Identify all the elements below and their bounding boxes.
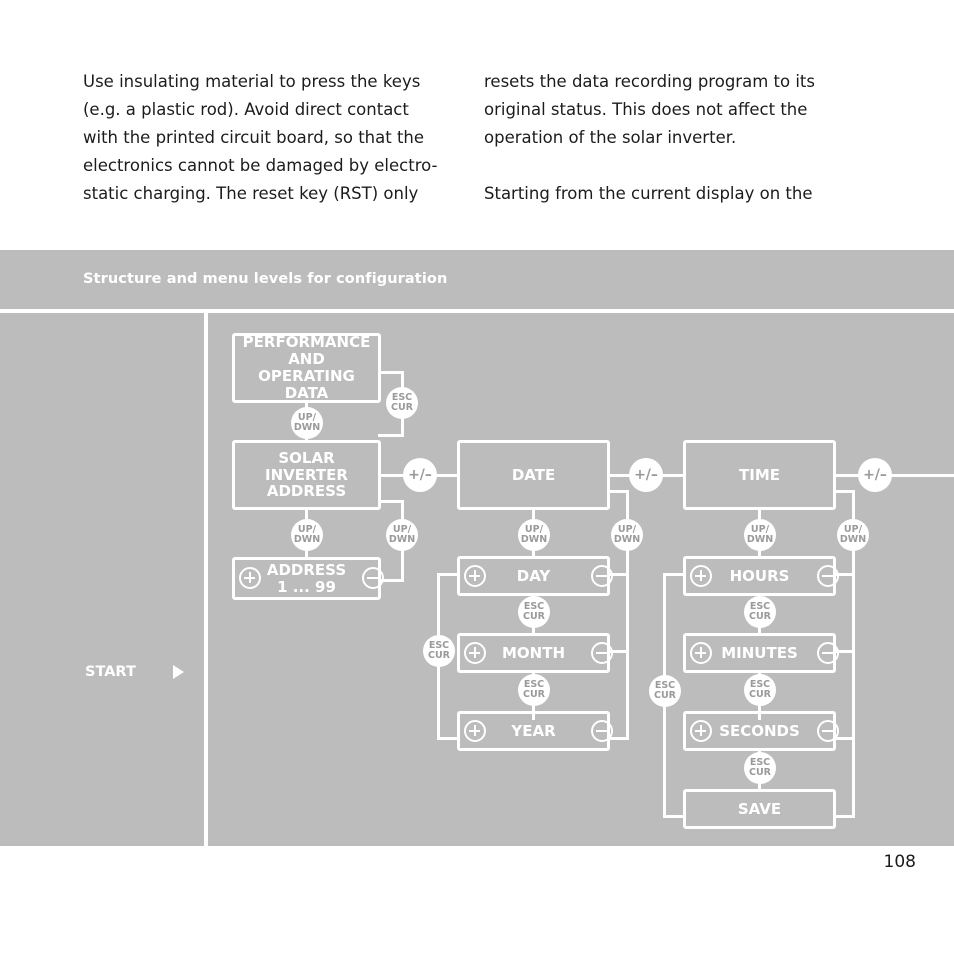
paragraph: resets the data recording program to its…: [484, 72, 815, 147]
diagram-title: Structure and menu levels for configurat…: [83, 271, 448, 287]
chip-line2: CUR: [653, 690, 676, 701]
node-time[interactable]: TIME: [683, 440, 836, 510]
chip-esc-cur[interactable]: ESC CUR: [649, 675, 681, 707]
node-label-line2: ADDRESS: [266, 482, 347, 501]
chip-esc-cur[interactable]: ESC CUR: [518, 674, 550, 706]
decrement-icon[interactable]: [817, 642, 839, 664]
chip-up-dwn[interactable]: UP/ DWN: [291, 407, 323, 439]
wire-save-left-h: [663, 815, 685, 818]
chip-line2: CUR: [748, 689, 771, 700]
chip-line2: CUR: [427, 650, 450, 661]
wire-plusminus-trailing: [890, 474, 954, 477]
node-label: DAY: [516, 566, 551, 585]
node-label: SECONDS: [719, 721, 800, 740]
chip-line2: CUR: [748, 767, 771, 778]
node-label: DATE: [511, 465, 556, 484]
increment-icon[interactable]: [464, 565, 486, 587]
node-label: HOURS: [729, 566, 790, 585]
paragraph: Use insulating material to press the key…: [83, 72, 438, 203]
node-label-line2: AND: [288, 350, 325, 369]
node-save[interactable]: SAVE: [683, 789, 836, 829]
menu-structure-diagram: Structure and menu levels for configurat…: [0, 250, 954, 846]
header-divider-line: [0, 309, 954, 313]
chip-line2: DWN: [388, 534, 416, 545]
chip-plus-minus[interactable]: +/–: [629, 458, 663, 492]
wire-hours-left-h: [663, 573, 685, 576]
chip-line2: DWN: [839, 534, 867, 545]
wire-plusminus-to-time: [661, 474, 683, 477]
chip-line2: DWN: [613, 534, 641, 545]
chip-line2: CUR: [390, 402, 413, 413]
chip-esc-cur[interactable]: ESC CUR: [423, 635, 455, 667]
node-label-line3: OPERATING DATA: [258, 367, 355, 402]
chip-up-dwn[interactable]: UP/ DWN: [386, 519, 418, 551]
chip-line2: DWN: [746, 534, 774, 545]
chip-up-dwn[interactable]: UP/ DWN: [291, 519, 323, 551]
chip-label: +/–: [863, 466, 887, 483]
node-label: TIME: [739, 465, 780, 484]
chip-label: +/–: [634, 466, 658, 483]
body-text-right-column: resets the data recording program to its…: [484, 68, 844, 236]
wire-plusminus-to-date: [435, 474, 457, 477]
chip-esc-cur[interactable]: ESC CUR: [744, 674, 776, 706]
chip-esc-cur[interactable]: ESC CUR: [386, 387, 418, 419]
node-date[interactable]: DATE: [457, 440, 610, 510]
body-text-left-column: Use insulating material to press the key…: [83, 68, 443, 236]
chip-up-dwn[interactable]: UP/ DWN: [518, 519, 550, 551]
chip-line2: DWN: [293, 422, 321, 433]
increment-icon[interactable]: [239, 567, 261, 589]
node-label: MINUTES: [721, 643, 798, 662]
chip-esc-cur[interactable]: ESC CUR: [744, 752, 776, 784]
increment-icon[interactable]: [690, 642, 712, 664]
decrement-icon[interactable]: [817, 720, 839, 742]
chip-up-dwn[interactable]: UP/ DWN: [611, 519, 643, 551]
diagram-header: Structure and menu levels for configurat…: [0, 250, 954, 309]
decrement-icon[interactable]: [591, 642, 613, 664]
increment-icon[interactable]: [464, 720, 486, 742]
chip-line2: DWN: [520, 534, 548, 545]
chip-label: +/–: [408, 466, 432, 483]
vertical-divider-line: [204, 313, 208, 846]
wire-bus-to-save: [833, 815, 855, 818]
node-label-line1: SOLAR INVERTER: [265, 448, 348, 484]
decrement-icon[interactable]: [362, 567, 384, 589]
decrement-icon[interactable]: [817, 565, 839, 587]
node-label-line1: ADDRESS: [266, 560, 347, 579]
wire-esc-to-solar-h: [378, 434, 404, 437]
page-number: 108: [883, 852, 916, 872]
chip-esc-cur[interactable]: ESC CUR: [744, 596, 776, 628]
start-label: START: [85, 664, 136, 680]
chip-plus-minus[interactable]: +/–: [858, 458, 892, 492]
node-label: YEAR: [511, 721, 556, 740]
chip-up-dwn[interactable]: UP/ DWN: [744, 519, 776, 551]
decrement-icon[interactable]: [591, 720, 613, 742]
decrement-icon[interactable]: [591, 565, 613, 587]
node-label: MONTH: [501, 643, 566, 662]
node-label: SAVE: [737, 799, 782, 818]
node-label-line2: 1 ... 99: [277, 577, 336, 596]
increment-icon[interactable]: [464, 642, 486, 664]
increment-icon[interactable]: [690, 565, 712, 587]
chip-plus-minus[interactable]: +/–: [403, 458, 437, 492]
wire-year-left-h: [437, 737, 459, 740]
chip-line2: CUR: [748, 611, 771, 622]
wire-day-left-h: [437, 573, 459, 576]
chip-up-dwn[interactable]: UP/ DWN: [837, 519, 869, 551]
node-performance-and-operating-data[interactable]: PERFORMANCE AND OPERATING DATA: [232, 333, 381, 403]
chip-esc-cur[interactable]: ESC CUR: [518, 596, 550, 628]
node-solar-inverter-address[interactable]: SOLAR INVERTER ADDRESS: [232, 440, 381, 510]
chip-line2: CUR: [522, 611, 545, 622]
start-arrow-icon: [173, 665, 184, 679]
node-label-line1: PERFORMANCE: [242, 333, 371, 352]
chip-line2: DWN: [293, 534, 321, 545]
paragraph: Starting from the current display on the: [484, 184, 813, 203]
increment-icon[interactable]: [690, 720, 712, 742]
chip-line2: CUR: [522, 689, 545, 700]
